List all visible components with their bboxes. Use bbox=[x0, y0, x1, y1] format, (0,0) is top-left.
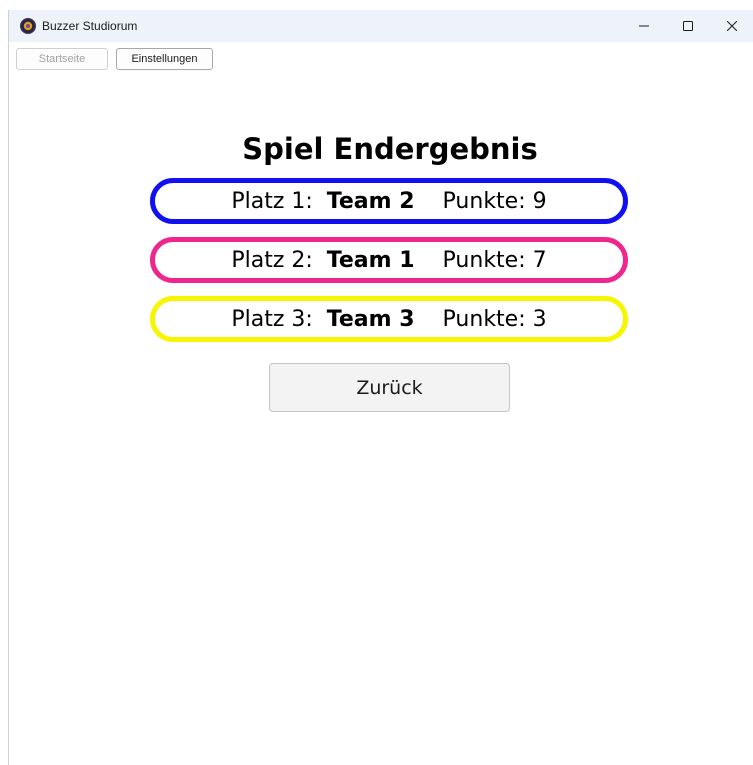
close-button[interactable] bbox=[710, 10, 753, 42]
toolbar: Startseite Einstellungen bbox=[9, 48, 213, 72]
home-button[interactable]: Startseite bbox=[16, 48, 108, 70]
title-bar[interactable]: Buzzer Studiorum bbox=[9, 10, 753, 42]
app-window: Buzzer Studiorum Startseite Einstellunge… bbox=[8, 10, 753, 765]
team-name: Team 1 bbox=[326, 247, 415, 273]
buzzer-app-icon bbox=[20, 18, 36, 34]
place-label: Platz 3: bbox=[231, 306, 313, 332]
window-title: Buzzer Studiorum bbox=[42, 19, 138, 33]
maximize-button[interactable] bbox=[666, 10, 710, 42]
settings-button[interactable]: Einstellungen bbox=[116, 48, 213, 70]
points-label: Punkte: 3 bbox=[442, 306, 547, 332]
team-name: Team 2 bbox=[326, 188, 415, 214]
result-row-1: Platz 1: Team 2 Punkte: 9 bbox=[150, 178, 628, 224]
maximize-icon bbox=[683, 21, 693, 31]
minimize-button[interactable] bbox=[622, 10, 666, 42]
page-title: Spiel Endergebnis bbox=[242, 132, 538, 166]
minimize-icon bbox=[639, 25, 649, 27]
points-label: Punkte: 7 bbox=[442, 247, 547, 273]
back-button[interactable]: Zurück bbox=[269, 363, 510, 412]
desktop-background bbox=[0, 0, 753, 10]
team-name: Team 3 bbox=[326, 306, 415, 332]
close-icon bbox=[727, 21, 737, 31]
result-row-2: Platz 2: Team 1 Punkte: 7 bbox=[150, 237, 628, 283]
place-label: Platz 1: bbox=[231, 188, 313, 214]
result-row-3: Platz 3: Team 3 Punkte: 3 bbox=[150, 296, 628, 342]
window-controls bbox=[622, 10, 753, 42]
points-label: Punkte: 9 bbox=[442, 188, 547, 214]
place-label: Platz 2: bbox=[231, 247, 313, 273]
